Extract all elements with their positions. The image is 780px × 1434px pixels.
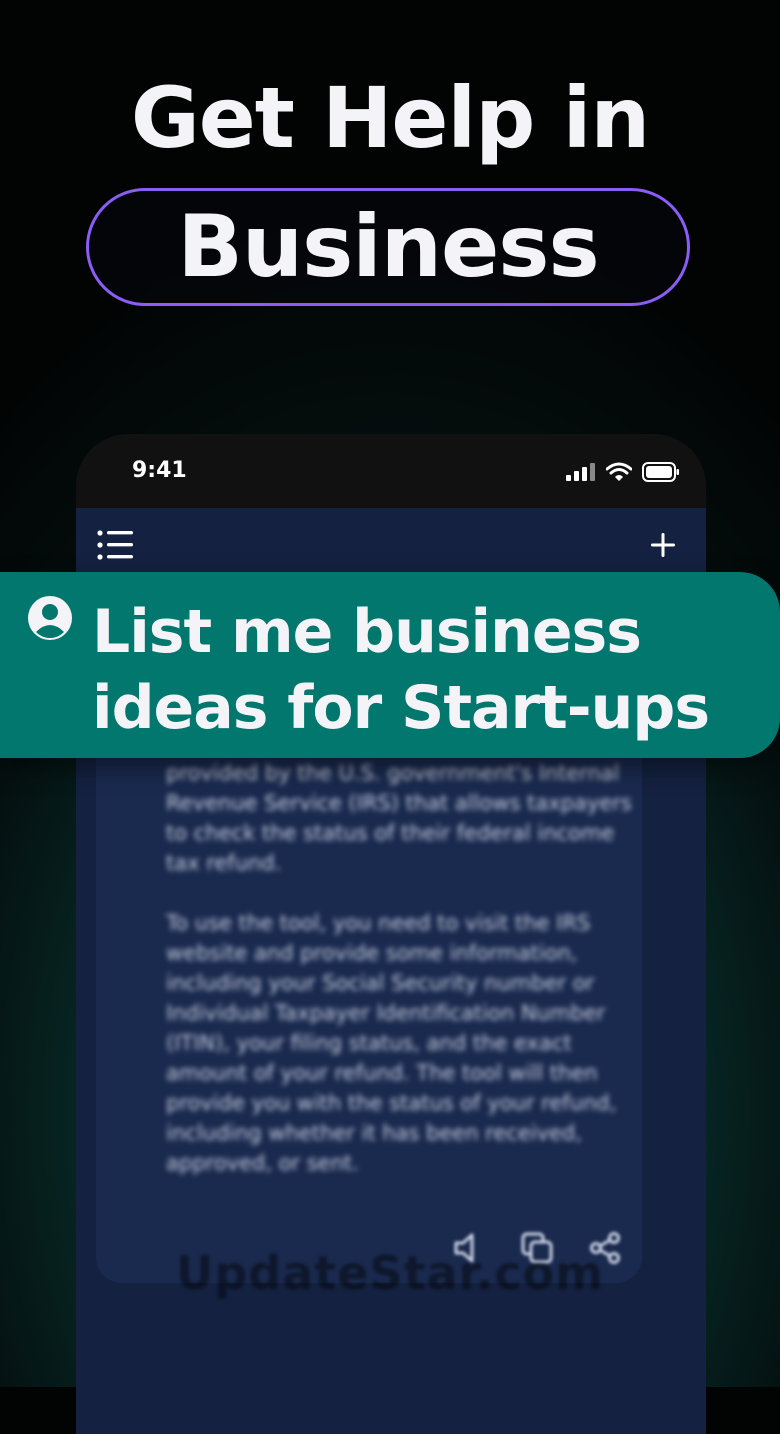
status-icons	[566, 462, 680, 482]
prompt-banner: List me business ideas for Start-ups	[0, 572, 780, 758]
menu-list-icon[interactable]	[96, 528, 136, 562]
wifi-icon	[606, 462, 632, 481]
status-time: 9:41	[132, 458, 187, 483]
highlight-pill: Business	[86, 188, 690, 306]
answer-card: provided by the U.S. government's Intern…	[96, 738, 642, 1283]
status-bar: 9:41	[76, 434, 706, 508]
battery-icon	[642, 462, 679, 482]
prompt-text: List me business ideas for Start-ups	[92, 597, 710, 743]
user-avatar-icon	[28, 596, 72, 640]
headline-title: Get Help in	[130, 69, 650, 167]
highlight-text: Business	[177, 197, 599, 297]
app-bar	[76, 508, 706, 578]
new-chat-plus-icon[interactable]	[648, 530, 678, 560]
watermark: UpdateStar.com	[176, 1246, 604, 1300]
answer-text: provided by the U.S. government's Intern…	[166, 761, 632, 1175]
signal-icon	[566, 463, 595, 481]
